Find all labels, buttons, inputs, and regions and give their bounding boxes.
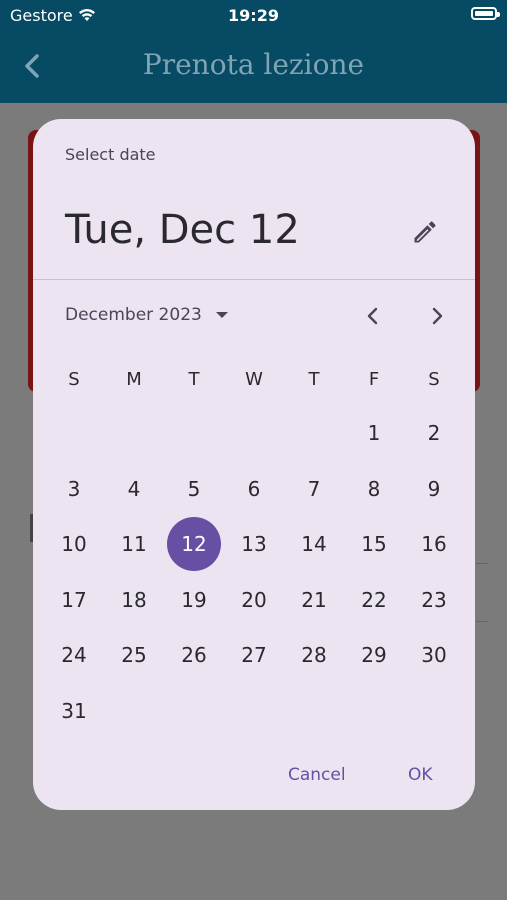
calendar-day[interactable]: 14 [284,516,344,572]
calendar-day[interactable]: 13 [224,516,284,572]
previous-month-icon[interactable] [359,302,387,330]
calendar-day-label: 10 [61,532,87,557]
weekday-label: S [68,369,80,390]
calendar-day[interactable]: 17 [44,572,104,628]
clock: 19:29 [228,6,279,25]
calendar-day-label: 17 [61,587,87,612]
calendar-grid: 1 2 3 4 5 6 7 8 9 10 11 12 13 14 15 16 17 18 19 20 21 22 23 24 2… [44,405,464,735]
calendar-day[interactable]: 23 [404,572,464,628]
calendar-day-label: 3 [67,476,81,501]
app-bar: Prenota lezione [0,30,507,103]
weekday-label: F [368,369,380,390]
calendar-day[interactable]: 10 [44,516,104,572]
calendar-day-label: 26 [181,643,207,668]
background-divider [476,563,488,564]
next-month-icon[interactable] [423,302,451,330]
calendar-day[interactable]: 5 [164,461,224,517]
calendar-day-label: 19 [181,587,207,612]
calendar-day-label: 31 [61,699,87,723]
calendar-day-label: 4 [127,476,141,501]
weekday-label: S [428,369,440,390]
calendar-day[interactable]: 25 [104,627,164,683]
calendar-day-label: 21 [301,587,327,612]
calendar-day[interactable]: 20 [224,572,284,628]
calendar-day[interactable]: 1 [344,405,404,461]
calendar-day-label: 12 [181,532,207,557]
calendar-day-label: 29 [361,643,387,668]
weekday-label: T [308,369,320,390]
battery-icon [471,7,500,20]
background-divider [476,621,488,622]
calendar-day[interactable]: 11 [104,516,164,572]
weekday-label: W [245,369,263,390]
calendar-day-label: 16 [421,532,447,557]
calendar-day-label: 8 [367,476,381,501]
status-bar: Gestore 19:29 [0,0,507,30]
weekday-label: M [126,369,142,390]
calendar-day-label: 7 [307,476,321,501]
calendar-day[interactable]: 4 [104,461,164,517]
calendar-day[interactable]: 27 [224,627,284,683]
calendar-day[interactable]: 26 [164,627,224,683]
calendar-day-label: 2 [427,421,441,445]
month-year-selector[interactable]: December 2023 [65,305,229,325]
calendar-day-label: 11 [121,532,147,557]
calendar-day[interactable]: 15 [344,516,404,572]
calendar-day-label: 22 [361,587,387,612]
dropdown-arrow-icon [216,312,229,318]
calendar-day-label: 24 [61,643,87,668]
calendar-day[interactable]: 21 [284,572,344,628]
calendar-day[interactable]: 29 [344,627,404,683]
page-title: Prenota lezione [142,48,365,81]
calendar-day[interactable]: 28 [284,627,344,683]
calendar-day-label: 5 [187,476,201,501]
calendar-day-label: 6 [247,476,261,501]
calendar-day[interactable]: 30 [404,627,464,683]
calendar-day-label: 1 [367,421,381,445]
dialog-header: Select date [65,145,156,164]
calendar-day-label: 28 [301,643,327,668]
date-picker-dialog: Select date Tue, Dec 12 December 2023 S M… [33,119,475,810]
calendar-day-label: 14 [301,532,327,557]
calendar-day[interactable]: 3 [44,461,104,517]
calendar-day-label: 20 [241,587,267,612]
calendar-day-label: 15 [361,532,387,557]
calendar-day[interactable]: 6 [224,461,284,517]
calendar-day-label: 18 [121,587,147,612]
edit-pencil-icon[interactable] [411,218,439,246]
calendar-day-label: 27 [241,643,267,668]
calendar-day-label: 25 [121,643,147,668]
calendar-day-label: 30 [421,643,447,668]
calendar-day-label: 9 [427,476,441,501]
calendar-day[interactable]: 22 [344,572,404,628]
calendar-day[interactable]: 24 [44,627,104,683]
calendar-day[interactable]: 18 [104,572,164,628]
weekday-label: T [188,369,200,390]
calendar-day-selected[interactable]: 12 [164,516,224,572]
calendar-day-label: 13 [241,532,267,557]
calendar-day[interactable]: 2 [404,405,464,461]
month-year-label: December 2023 [65,305,202,325]
header-divider [33,279,475,280]
calendar-day[interactable]: 16 [404,516,464,572]
calendar-day[interactable]: 19 [164,572,224,628]
ok-button[interactable]: OK [408,765,433,785]
cancel-button[interactable]: Cancel [288,765,346,785]
calendar-day[interactable]: 8 [344,461,404,517]
calendar-day[interactable]: 7 [284,461,344,517]
calendar-day[interactable]: 31 [44,683,104,739]
weekday-header: SMTWTFS [44,369,464,390]
selected-date-display: Tue, Dec 12 [65,207,300,253]
calendar-day-label: 23 [421,587,447,612]
calendar-day[interactable]: 9 [404,461,464,517]
